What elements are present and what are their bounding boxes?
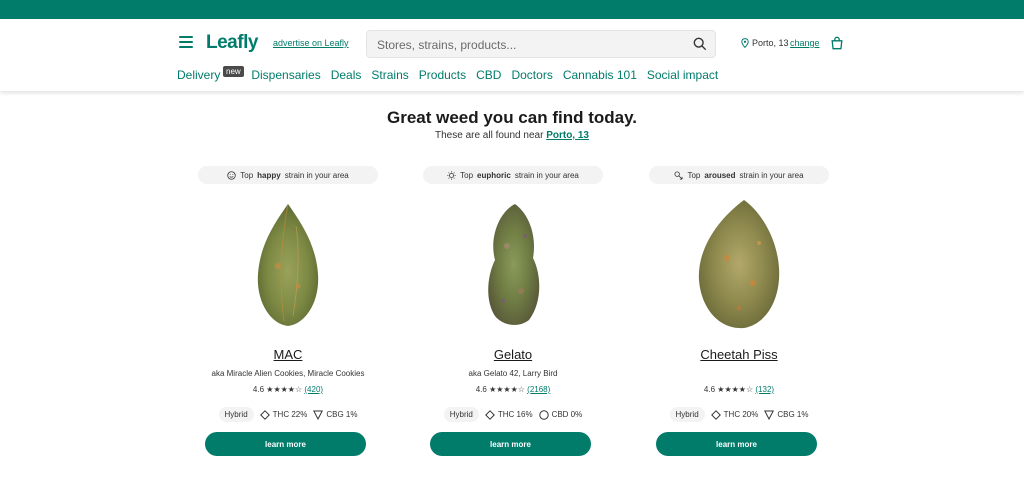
learn-more-button[interactable]: learn more: [430, 432, 591, 456]
thc-text: THC 20%: [723, 410, 759, 419]
rating-value: 4.6: [703, 385, 716, 394]
star-rating-icon: ★★★★☆: [266, 385, 303, 394]
rating-value: 4.6: [475, 385, 487, 394]
sun-icon: [447, 170, 456, 180]
menu-icon[interactable]: [179, 36, 193, 50]
strain-card-mac: Top happy strain in your area MAC aka Mi…: [198, 166, 378, 466]
review-count-link[interactable]: (132): [755, 385, 774, 394]
site-header: Leafly advertise on Leafly Stores, strai…: [0, 19, 1024, 91]
thc-level: THC 16%: [484, 409, 533, 420]
top-banner: [0, 0, 1024, 19]
near-location-link[interactable]: Porto, 13: [546, 130, 589, 141]
strain-card-cheetah-piss: Top aroused strain in your area Cheetah …: [649, 166, 829, 466]
strain-card-gelato: Top euphoric strain in your area Gelato …: [423, 166, 603, 466]
strain-attributes: Hybrid THC 22% CBG 1%: [198, 407, 378, 422]
tag-prefix: Top: [240, 170, 254, 180]
nav-dispensaries[interactable]: Dispensaries: [251, 68, 320, 82]
nav-deals[interactable]: Deals: [331, 68, 362, 82]
strain-type-badge: Hybrid: [218, 407, 254, 422]
cb-level: CBG 1%: [313, 410, 357, 420]
thc-level: THC 22%: [259, 409, 308, 420]
smiley-icon: [227, 170, 236, 180]
thc-text: THC 22%: [272, 410, 308, 419]
circle-icon: [538, 409, 549, 420]
cb-text: CBG 1%: [777, 410, 809, 419]
tag-prefix: Top: [687, 170, 701, 180]
thc-level: THC 20%: [710, 409, 759, 420]
new-badge: new: [223, 66, 244, 77]
triangle-icon: [764, 410, 775, 420]
search-input[interactable]: Stores, strains, products...: [366, 30, 716, 58]
nav-delivery[interactable]: Delivery: [177, 68, 220, 82]
strain-attributes: Hybrid THC 20% CBG 1%: [649, 407, 829, 422]
strain-name-link[interactable]: Gelato: [423, 347, 603, 362]
strain-type-badge: Hybrid: [669, 407, 705, 422]
star-rating-icon: ★★★★☆: [489, 385, 525, 394]
tag-effect: aroused: [704, 170, 736, 180]
strain-image[interactable]: [463, 196, 563, 331]
strain-rating: 4.6 ★★★★☆ (132): [649, 385, 829, 394]
main-nav: Delivery Dispensaries Deals Strains Prod…: [177, 68, 728, 82]
top-strain-tag: Top happy strain in your area: [198, 166, 378, 184]
top-strain-tag: Top euphoric strain in your area: [423, 166, 603, 184]
logo[interactable]: Leafly: [206, 32, 258, 54]
diamond-icon: [259, 409, 270, 420]
thc-text: THC 16%: [497, 410, 533, 419]
cb-level: CBD 0%: [538, 409, 583, 420]
search-placeholder: Stores, strains, products...: [377, 38, 517, 52]
strain-image[interactable]: [689, 198, 789, 333]
strain-rating: 4.6 ★★★★☆ (420): [198, 385, 378, 394]
subtitle-text: These are all found near: [435, 130, 544, 141]
tag-suffix: strain in your area: [514, 170, 579, 180]
tag-suffix: strain in your area: [284, 170, 349, 180]
diamond-icon: [710, 409, 721, 420]
strain-name-link[interactable]: Cheetah Piss: [649, 347, 829, 362]
review-count-link[interactable]: (420): [304, 385, 323, 394]
strain-aka: aka Miracle Alien Cookies, Miracle Cooki…: [211, 369, 365, 378]
star-rating-icon: ★★★★☆: [717, 385, 754, 394]
top-strain-tag: Top aroused strain in your area: [649, 166, 829, 184]
cb-text: CBD 0%: [551, 410, 583, 419]
nav-social-impact[interactable]: Social impact: [647, 68, 718, 82]
nav-strains[interactable]: Strains: [371, 68, 408, 82]
strain-rating: 4.6 ★★★★☆ (2168): [423, 385, 603, 394]
change-location-link[interactable]: change: [790, 38, 820, 48]
nav-products[interactable]: Products: [419, 68, 466, 82]
rating-value: 4.6: [252, 385, 265, 394]
strain-attributes: Hybrid THC 16% CBD 0%: [423, 407, 603, 422]
tag-prefix: Top: [460, 170, 474, 180]
strain-image[interactable]: [238, 196, 338, 331]
shopping-bag-icon[interactable]: [830, 36, 844, 50]
aroused-icon: [674, 170, 683, 180]
nav-cannabis-101[interactable]: Cannabis 101: [563, 68, 637, 82]
review-count-link[interactable]: (2168): [527, 385, 550, 394]
triangle-icon: [313, 410, 324, 420]
location-pin-icon: [741, 38, 749, 48]
cb-text: CBG 1%: [326, 410, 358, 419]
advertise-link[interactable]: advertise on Leafly: [273, 38, 349, 48]
search-icon[interactable]: [693, 37, 707, 51]
tag-effect: happy: [257, 170, 281, 180]
tag-suffix: strain in your area: [739, 170, 804, 180]
nav-cbd[interactable]: CBD: [476, 68, 501, 82]
tag-effect: euphoric: [477, 170, 511, 180]
cb-level: CBG 1%: [764, 410, 808, 420]
page-title: Great weed you can find today.: [386, 108, 637, 127]
strain-name-link[interactable]: MAC: [198, 347, 378, 362]
strain-type-badge: Hybrid: [443, 407, 479, 422]
nav-doctors[interactable]: Doctors: [511, 68, 552, 82]
learn-more-button[interactable]: learn more: [656, 432, 817, 456]
diamond-icon: [484, 409, 495, 420]
page-subtitle: These are all found near Porto, 13: [0, 130, 1024, 141]
location-text: Porto, 13: [752, 38, 789, 48]
learn-more-button[interactable]: learn more: [205, 432, 366, 456]
strain-aka: aka Gelato 42, Larry Bird: [468, 369, 558, 378]
